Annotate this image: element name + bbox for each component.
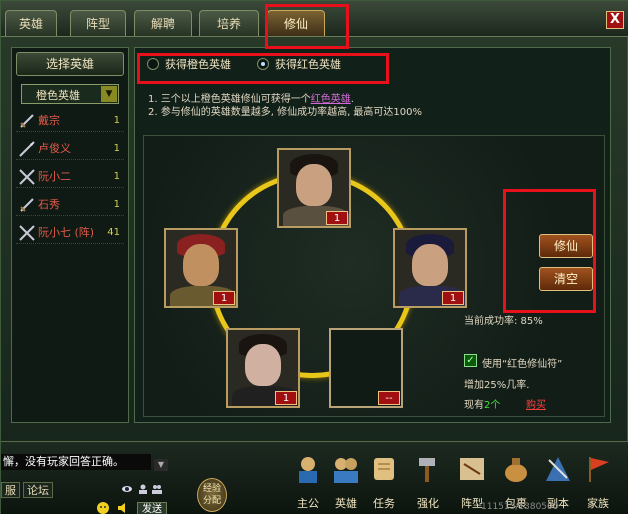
chevron-down-icon: ▼ — [101, 86, 117, 102]
radio-orange-hero-label: 获得橙色英雄 — [165, 58, 231, 71]
nav-heroes[interactable]: 英雄 — [327, 452, 365, 514]
hero-face — [412, 244, 448, 286]
tab-heroes[interactable]: 英雄 — [5, 10, 57, 36]
sword-icon — [20, 114, 34, 128]
hero-name: 阮小二 — [38, 170, 71, 183]
hero-count: 1 — [113, 143, 120, 154]
slot-count-badge: 1 — [213, 291, 235, 305]
chat-tab-forum[interactable]: 论坛 — [23, 482, 53, 498]
nav-family[interactable]: 家族 — [579, 452, 617, 514]
use-charm-checkbox[interactable]: ✓ — [464, 354, 477, 367]
hero-list-item[interactable]: 阮小七 (阵) 41 — [16, 222, 124, 244]
tab-dismiss[interactable]: 解聘 — [134, 10, 192, 36]
nav-heroes-label: 英雄 — [335, 497, 357, 510]
slot-count-badge: -- — [378, 391, 400, 405]
exp-allocate-button[interactable]: 经验 分配 — [197, 478, 227, 512]
hero-slot-left[interactable]: 1 — [164, 228, 238, 308]
hero-name: 戴宗 — [38, 114, 60, 127]
smiley-icon[interactable] — [97, 502, 109, 514]
bonus-rate: 增加25%几率. — [464, 380, 530, 391]
bottom-bar: 懈，没有玩家回答正确。 ▼ 服 论坛 发送 经验 分配 主公 英雄 任务 强化 — [1, 441, 628, 514]
hero-list-item[interactable]: 卢俊义 1 — [16, 138, 124, 160]
hammer-icon — [419, 458, 435, 482]
user-icon[interactable] — [138, 484, 148, 494]
eye-icon[interactable] — [122, 484, 132, 494]
owned-charms: 现有2个 — [464, 396, 500, 411]
use-charm-label: 使用“红色修仙符” — [482, 359, 563, 370]
hero-face — [245, 344, 281, 386]
formation-map-icon — [460, 458, 484, 480]
cultivate-arena: 1 1 1 1 -- 修仙 清空 当前成功率: 85% ✓ 使用“红色修仙符” … — [143, 135, 605, 417]
owned-count: 2个 — [484, 400, 501, 411]
nav-enhance-label: 强化 — [417, 497, 439, 510]
crossed-swords-icon — [19, 225, 35, 241]
mode-radio-group: 获得橙色英雄 获得红色英雄 — [143, 55, 383, 77]
crossed-swords-icon — [19, 169, 35, 185]
bag-icon — [505, 458, 527, 482]
tab-formation[interactable]: 阵型 — [70, 10, 126, 36]
hero-select-panel: 选择英雄 橙色英雄 ▼ 戴宗 1 卢俊义 1 阮小二 1 石秀 1 阮小七 (阵… — [11, 47, 129, 423]
owned-prefix: 现有 — [464, 400, 484, 411]
scroll-icon — [374, 458, 394, 480]
scroll-down-icon[interactable]: ▼ — [154, 459, 168, 471]
tab-cultivate[interactable]: 修仙 — [267, 10, 325, 36]
nav-quests-label: 任务 — [373, 497, 395, 510]
clear-button[interactable]: 清空 — [539, 267, 593, 291]
hero-list-item[interactable]: 戴宗 1 — [16, 110, 124, 132]
slot-count-badge: 1 — [275, 391, 297, 405]
users-icon[interactable] — [152, 484, 162, 494]
nav-quests[interactable]: 任务 — [365, 452, 403, 514]
hero-select-title: 选择英雄 — [16, 52, 124, 76]
sword-icon — [20, 198, 34, 212]
heroes-icon — [334, 458, 358, 483]
hero-slot-right[interactable]: 1 — [393, 228, 467, 308]
cultivate-panel: 获得橙色英雄 获得红色英雄 1. 三个以上橙色英雄修仙可获得一个红色英雄. 2.… — [134, 47, 611, 423]
hero-list-item[interactable]: 石秀 1 — [16, 194, 124, 216]
dungeon-icon — [546, 457, 570, 481]
slot-count-badge: 1 — [326, 211, 348, 225]
hero-face — [183, 244, 219, 286]
sound-icon[interactable] — [117, 502, 129, 514]
hero-count: 1 — [113, 199, 120, 210]
nav-lord-label: 主公 — [297, 497, 319, 510]
radio-red-hero-label: 获得红色英雄 — [275, 58, 341, 71]
send-button[interactable]: 发送 — [137, 502, 167, 514]
nav-family-label: 家族 — [587, 497, 609, 510]
flag-icon — [589, 457, 609, 482]
tab-train[interactable]: 培养 — [199, 10, 259, 36]
radio-red-hero[interactable] — [257, 58, 269, 70]
chat-message: 懈，没有玩家回答正确。 — [1, 454, 151, 470]
radio-orange-hero[interactable] — [147, 58, 159, 70]
chat-tab-server[interactable]: 服 — [1, 482, 20, 498]
hero-count: 1 — [113, 115, 120, 126]
hero-quality-dropdown[interactable]: 橙色英雄 ▼ — [21, 84, 119, 104]
hero-name: 石秀 — [38, 198, 60, 211]
success-rate: 当前成功率: 85% — [464, 316, 543, 327]
exp-allocate-label: 经验 分配 — [202, 484, 221, 506]
buy-charm-link-wrap: 购买 — [526, 396, 546, 411]
buy-charm-link[interactable]: 购买 — [526, 400, 546, 411]
hero-count: 41 — [107, 227, 120, 238]
spear-icon — [19, 141, 35, 157]
slot-count-badge: 1 — [442, 291, 464, 305]
close-button[interactable]: X — [606, 11, 624, 29]
nav-lord[interactable]: 主公 — [289, 452, 327, 514]
nav-enhance[interactable]: 强化 — [409, 452, 447, 514]
hero-slot-top[interactable]: 1 — [277, 148, 351, 228]
lord-icon — [299, 457, 317, 483]
resource-counter: 111515/1380500 — [481, 502, 559, 512]
hero-slot-bottom-right[interactable]: -- — [329, 328, 403, 408]
hero-count: 1 — [113, 171, 120, 182]
hero-face — [296, 164, 332, 206]
hero-name: 阮小七 (阵) — [38, 226, 95, 239]
game-window: 英雄 阵型 解聘 培养 修仙 X 选择英雄 橙色英雄 ▼ 戴宗 1 卢俊义 1 … — [0, 0, 628, 514]
hero-quality-value: 橙色英雄 — [36, 89, 80, 102]
hero-slot-bottom-left[interactable]: 1 — [226, 328, 300, 408]
cultivate-button[interactable]: 修仙 — [539, 234, 593, 258]
rule-line-2: 2. 参与修仙的英雄数量越多, 修仙成功率越高, 最高可达100% — [148, 107, 423, 118]
hero-list-item[interactable]: 阮小二 1 — [16, 166, 124, 188]
hero-name: 卢俊义 — [38, 142, 71, 155]
tab-bar: 英雄 阵型 解聘 培养 修仙 X — [1, 1, 628, 37]
